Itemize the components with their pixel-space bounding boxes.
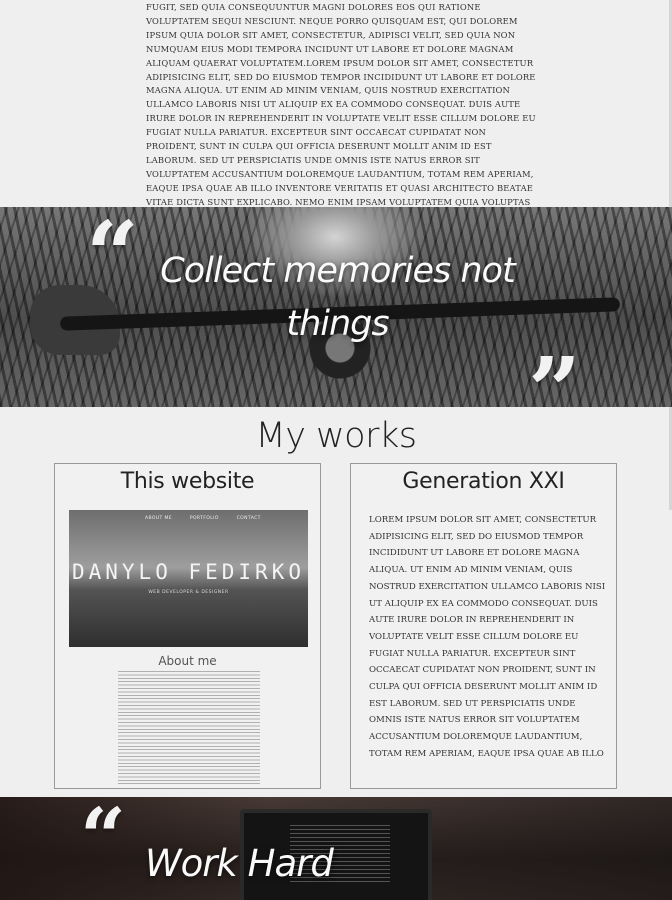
- preview-subtitle: WEB DEVELOPER & DESIGNER: [148, 590, 229, 595]
- banner-quote-text: Work Hard: [145, 842, 334, 885]
- work-card-title: Generation XXI: [402, 469, 565, 494]
- banner-quote-text: Collect memories not things: [160, 251, 515, 344]
- work-card-description: Lorem ipsum dolor sit amet, consectetur …: [369, 515, 606, 767]
- preview-nav-about: ABOUT ME: [145, 516, 173, 521]
- open-quote-mark: “: [80, 797, 127, 884]
- quote-banner-work: “ Work Hard: [0, 797, 672, 900]
- preview-about-heading: About me: [158, 654, 217, 668]
- preview-name: DANYLO FEDIRKO: [71, 560, 305, 584]
- close-quote-mark: ”: [528, 337, 581, 407]
- preview-nav-contact: CONTACT: [236, 516, 261, 521]
- open-quote-mark: “: [86, 207, 139, 309]
- website-preview-image[interactable]: ABOUT ME PORTFOLIO CONTACT DANYLO FEDIRK…: [69, 510, 308, 647]
- preview-nav: ABOUT ME PORTFOLIO CONTACT: [145, 516, 277, 521]
- work-card-title: This website: [120, 469, 255, 494]
- about-paragraph: fugit, sed quia consequuntur magni dolor…: [146, 2, 536, 206]
- preview-nav-portfolio: PORTFOLIO: [189, 516, 219, 521]
- work-card-generation-xxi[interactable]: Generation XXI Lorem ipsum dolor sit ame…: [350, 463, 617, 789]
- work-card-this-website[interactable]: This website ABOUT ME PORTFOLIO CONTACT …: [54, 463, 321, 789]
- preview-text-block: [118, 671, 260, 786]
- section-title-works: My works: [255, 416, 417, 456]
- quote-banner-forest: “ Collect memories not things ”: [0, 207, 672, 407]
